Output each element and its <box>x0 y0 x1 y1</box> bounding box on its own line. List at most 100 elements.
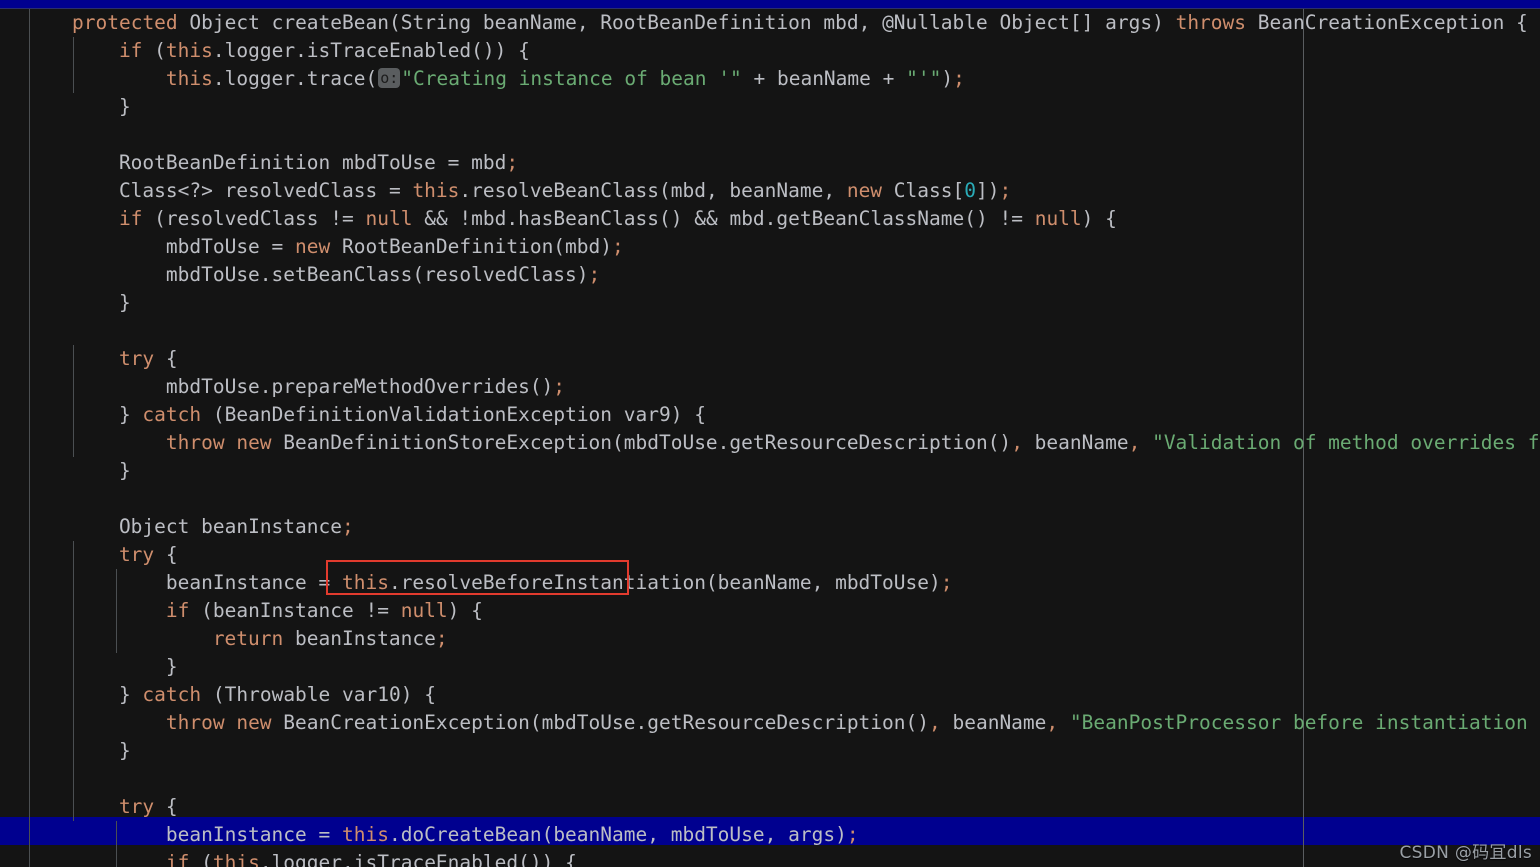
code-line[interactable]: RootBeanDefinition mbdToUse = mbd; <box>0 149 1540 177</box>
code-line[interactable] <box>0 765 1540 793</box>
code-line[interactable]: throw new BeanCreationException(mbdToUse… <box>0 709 1540 737</box>
code-token: this <box>341 823 389 846</box>
code-token: mbdToUse.setBeanClass(resolvedClass) <box>165 263 589 286</box>
code-token: if <box>165 599 202 622</box>
code-token: .doCreateBean(beanName, mbdToUse, args) <box>388 823 847 846</box>
code-line[interactable] <box>0 121 1540 149</box>
code-line[interactable]: this.logger.trace(o: "Creating instance o… <box>0 65 1540 93</box>
code-token: } <box>118 459 131 482</box>
code-line[interactable]: Object beanInstance; <box>0 513 1540 541</box>
code-token: RootBeanDefinition mbdToUse = mbd <box>118 151 507 174</box>
code-line[interactable]: if (this.logger.isTraceEnabled()) { <box>0 37 1540 65</box>
code-line[interactable]: if (beanInstance != null) { <box>0 597 1540 625</box>
code-token: } <box>118 739 131 762</box>
code-token: .logger.isTraceEnabled()) { <box>259 851 577 867</box>
code-line-text: this.logger.trace(o: "Creating instance o… <box>166 65 965 93</box>
code-line-text: mbdToUse = new RootBeanDefinition(mbd); <box>166 233 624 261</box>
code-line[interactable]: } <box>0 457 1540 485</box>
code-line-text: if (resolvedClass != null && !mbd.hasBea… <box>119 205 1117 233</box>
partial-selection-strip-top <box>0 0 1540 8</box>
code-token: } <box>118 683 143 706</box>
code-token: if <box>165 851 202 867</box>
code-line[interactable]: } <box>0 653 1540 681</box>
code-line[interactable]: } catch (Throwable var10) { <box>0 681 1540 709</box>
code-line-text: beanInstance = this.doCreateBean(beanNam… <box>166 821 859 849</box>
code-line[interactable]: return beanInstance; <box>0 625 1540 653</box>
code-token: , <box>1128 431 1153 454</box>
code-line[interactable]: beanInstance = this.doCreateBean(beanNam… <box>0 821 1540 849</box>
code-token: new <box>295 235 342 258</box>
code-token: catch <box>142 403 213 426</box>
code-token: try <box>118 795 166 818</box>
code-token: BeanCreationException(mbdToUse.getResour… <box>283 711 929 734</box>
code-token: beanInstance <box>295 627 436 650</box>
code-token: (resolvedClass != <box>154 207 366 230</box>
code-line[interactable]: } <box>0 737 1540 765</box>
code-token: ; <box>506 151 519 174</box>
code-token: Object createBean(String beanName, RootB… <box>189 11 1176 34</box>
code-token: RootBeanDefinition(mbd) <box>341 235 613 258</box>
code-line-text: } <box>119 93 131 121</box>
code-line[interactable]: beanInstance = this.resolveBeforeInstant… <box>0 569 1540 597</box>
code-line[interactable] <box>0 317 1540 345</box>
code-line[interactable]: if (resolvedClass != null && !mbd.hasBea… <box>0 205 1540 233</box>
code-line-text: if (this.logger.isTraceEnabled()) { <box>166 849 577 867</box>
code-token: Class<?> resolvedClass = <box>118 179 413 202</box>
code-token: this <box>165 39 213 62</box>
code-token: ) { <box>1081 207 1117 230</box>
code-content-area[interactable]: protected Object createBean(String beanN… <box>0 9 1540 867</box>
code-line-text: Object beanInstance; <box>119 513 354 541</box>
code-token: { <box>165 795 178 818</box>
csdn-watermark: CSDN @码冝dls <box>1399 843 1532 863</box>
code-token: this <box>212 851 260 867</box>
code-line[interactable]: mbdToUse.prepareMethodOverrides(); <box>0 373 1540 401</box>
code-line[interactable]: try { <box>0 345 1540 373</box>
code-line[interactable]: try { <box>0 541 1540 569</box>
code-token: new <box>236 711 284 734</box>
code-line[interactable]: throw new BeanDefinitionStoreException(m… <box>0 429 1540 457</box>
code-token: } <box>165 655 178 678</box>
code-line[interactable]: mbdToUse.setBeanClass(resolvedClass); <box>0 261 1540 289</box>
code-line-text: mbdToUse.setBeanClass(resolvedClass); <box>166 261 600 289</box>
code-token: { <box>165 347 178 370</box>
code-token: BeanCreationException { <box>1257 11 1528 34</box>
code-line[interactable]: mbdToUse = new RootBeanDefinition(mbd); <box>0 233 1540 261</box>
code-line[interactable]: } <box>0 289 1540 317</box>
code-token: (Throwable var10) { <box>212 683 436 706</box>
indent-guide <box>73 37 74 93</box>
code-token: throws <box>1175 11 1258 34</box>
code-line[interactable]: protected Object createBean(String beanN… <box>0 9 1540 37</box>
code-token: catch <box>142 683 213 706</box>
code-line-text: mbdToUse.prepareMethodOverrides(); <box>166 373 565 401</box>
code-token: throw <box>165 711 237 734</box>
indent-guide <box>73 541 74 821</box>
code-line[interactable]: try { <box>0 793 1540 821</box>
code-token: .logger.isTraceEnabled()) { <box>212 39 530 62</box>
code-token: beanInstance = <box>165 571 342 594</box>
code-token: , <box>929 711 953 734</box>
code-line-text: if (this.logger.isTraceEnabled()) { <box>119 37 530 65</box>
code-token: ) { <box>447 599 483 622</box>
code-line-text: RootBeanDefinition mbdToUse = mbd; <box>119 149 518 177</box>
code-token: "Validation of method overrides failed" <box>1152 431 1540 454</box>
code-token: Object beanInstance <box>118 515 342 538</box>
code-token: && !mbd.hasBeanClass() && mbd.getBeanCla… <box>412 207 1035 230</box>
code-line-text: } catch (Throwable var10) { <box>119 681 436 709</box>
code-line-text: try { <box>119 345 178 373</box>
code-line[interactable] <box>0 485 1540 513</box>
code-token: try <box>118 347 166 370</box>
code-token: "BeanPostProcessor before instantiation … <box>1069 711 1540 734</box>
code-token: ; <box>342 515 354 538</box>
code-line-text: try { <box>119 793 178 821</box>
code-token: this <box>165 67 213 90</box>
code-token: this <box>412 179 460 202</box>
code-line[interactable]: } catch (BeanDefinitionValidationExcepti… <box>0 401 1540 429</box>
code-token: throw <box>165 431 237 454</box>
code-token: beanName <box>1034 431 1129 454</box>
code-line[interactable]: if (this.logger.isTraceEnabled()) { <box>0 849 1540 867</box>
code-line[interactable]: } <box>0 93 1540 121</box>
code-line-text: } <box>119 737 131 765</box>
code-line[interactable]: Class<?> resolvedClass = this.resolveBea… <box>0 177 1540 205</box>
code-token: new <box>236 431 284 454</box>
code-token: ; <box>435 627 448 650</box>
